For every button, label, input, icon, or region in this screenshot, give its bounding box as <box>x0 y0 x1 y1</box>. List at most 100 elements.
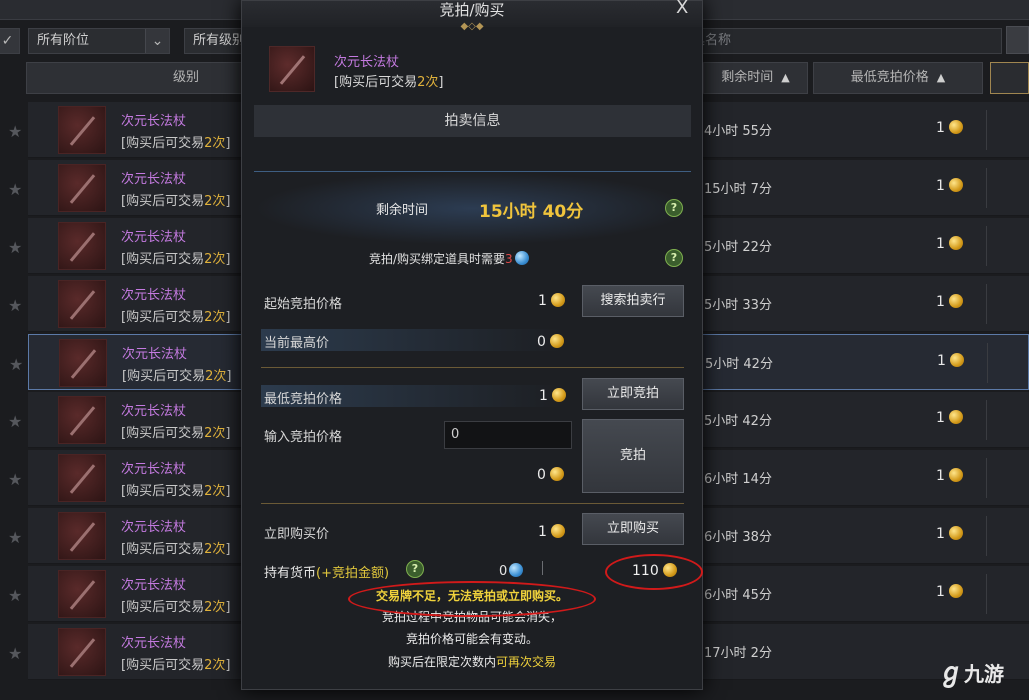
filter-toggle[interactable]: ✓ <box>0 28 20 54</box>
remaining-time-value: 15小时 40分 <box>479 202 584 222</box>
star-icon[interactable]: ★ <box>8 122 22 141</box>
trade-note-count: 2次 <box>204 252 226 267</box>
trade-note-count: 2次 <box>204 658 226 673</box>
level-select[interactable]: 所有级别 <box>184 28 246 54</box>
min-price: 1 <box>936 178 963 194</box>
item-trade-note: [购买后可交易2次] <box>121 132 230 151</box>
buyout-button[interactable]: 立即购买 <box>582 513 684 545</box>
trade-note-prefix: [购买后可交易 <box>122 369 206 384</box>
bind-note-text: 竞拍/购买绑定道具时需要 <box>369 252 506 266</box>
bid-button[interactable]: 竞拍 <box>582 419 684 493</box>
star-icon[interactable]: ★ <box>8 238 22 257</box>
gold-coin-icon <box>948 178 963 192</box>
trade-note-suffix: ] <box>225 600 231 615</box>
trade-note-count: 2次 <box>205 369 227 384</box>
bid-now-button[interactable]: 立即竞拍 <box>582 378 684 410</box>
star-icon[interactable]: ★ <box>8 586 22 605</box>
item-trade-note: [购买后可交易2次] <box>121 422 230 441</box>
min-price: 1 <box>937 353 964 369</box>
time-left: 6小时 38分 <box>704 530 772 545</box>
min-bid-value: 1 <box>539 388 566 404</box>
buyout-price-number: 1 <box>538 524 547 540</box>
item-name: 次元长法杖 <box>121 578 187 593</box>
min-price: 1 <box>936 120 963 136</box>
item-name: 次元长法杖 <box>121 404 187 419</box>
search-auction-button[interactable]: 搜索拍卖行 <box>582 285 684 317</box>
divider <box>986 574 987 614</box>
gold-coin-icon <box>948 584 963 598</box>
divider <box>986 400 987 440</box>
gold-coin-icon <box>549 334 564 348</box>
column-header-min-bid[interactable]: 最低竞拍价格 ▲ <box>813 62 983 94</box>
item-trade-note: [购买后可交易2次] <box>121 654 230 673</box>
trade-note-suffix: ] <box>225 136 231 151</box>
bid-price-input[interactable]: 0 <box>444 421 572 449</box>
gold-coin-icon <box>948 468 963 482</box>
trade-note-suffix: ] <box>226 369 232 384</box>
trade-note-prefix: [购买后可交易 <box>121 658 205 673</box>
item-trade-note: [购买后可交易2次] <box>121 538 230 557</box>
min-price: 1 <box>936 526 963 542</box>
start-price-number: 1 <box>538 293 547 309</box>
close-button[interactable]: X <box>676 0 688 18</box>
bid-buy-dialog: 竞拍/购买 ◆◇◆ X 次元长法杖 [购买后可交易2次] 拍卖信息 剩余时间 1… <box>241 0 703 690</box>
trade-note-suffix: ] <box>225 426 231 441</box>
time-left: 17小时 2分 <box>704 646 772 661</box>
column-header-time-label: 剩余时间 <box>721 70 774 85</box>
gold-coin-icon <box>550 293 565 307</box>
remaining-time-panel <box>254 171 691 245</box>
min-price: 1 <box>936 468 963 484</box>
staff-item-icon <box>269 46 315 92</box>
divider <box>987 343 988 383</box>
trade-note-suffix: ] <box>225 194 231 209</box>
star-icon[interactable]: ★ <box>9 355 23 374</box>
gold-coin-icon <box>949 353 964 367</box>
sort-up-icon: ▲ <box>936 71 946 84</box>
chevron-down-icon: ✓ <box>0 29 19 53</box>
help-icon[interactable]: ? <box>665 249 683 267</box>
buyout-price-label: 立即购买价 <box>264 527 330 542</box>
trade-note-prefix: [购买后可交易 <box>121 252 205 267</box>
item-trade-note: [购买后可交易2次] <box>121 596 230 615</box>
held-currency-extra: (+竞拍金额) <box>316 566 390 581</box>
chevron-down-icon: ⌄ <box>145 29 169 53</box>
help-icon[interactable]: ? <box>665 199 683 217</box>
current-price-label: 当前最高价 <box>264 336 330 351</box>
trade-token-icon <box>509 563 524 577</box>
gold-coin-icon <box>948 294 963 308</box>
star-icon[interactable]: ★ <box>8 528 22 547</box>
star-icon[interactable]: ★ <box>8 180 22 199</box>
item-name: 次元长法杖 <box>121 230 187 245</box>
trade-note-suffix: ] <box>225 484 231 499</box>
star-icon[interactable]: ★ <box>8 470 22 489</box>
search-button[interactable] <box>1006 26 1029 54</box>
bid-input-label: 输入竞拍价格 <box>264 430 343 445</box>
watermark-mark-icon: ℊ <box>938 658 965 688</box>
star-icon[interactable]: ★ <box>8 296 22 315</box>
gold-coin-icon <box>551 388 566 402</box>
current-price-number: 0 <box>537 334 546 350</box>
divider <box>542 561 543 575</box>
trade-note-count: 2次 <box>204 194 226 209</box>
star-icon[interactable]: ★ <box>8 412 22 431</box>
column-header-time[interactable]: 剩余时间 ▲ <box>703 62 808 94</box>
column-header-extra[interactable] <box>990 62 1029 94</box>
trade-note-suffix: ] <box>225 658 231 673</box>
staff-item-icon <box>59 339 107 387</box>
trade-token-icon <box>514 251 529 265</box>
trade-note-count: 2次 <box>204 542 226 557</box>
help-icon[interactable]: ? <box>406 560 424 578</box>
star-icon[interactable]: ★ <box>8 644 22 663</box>
item-trade-note: [购买后可交易2次] <box>121 248 230 267</box>
held-token-value: 0 <box>499 563 524 579</box>
staff-item-icon <box>58 106 106 154</box>
rank-select[interactable]: 所有阶位 ⌄ <box>28 28 170 54</box>
watermark-text: 九游 <box>964 662 1005 686</box>
min-bid-number: 1 <box>539 388 548 404</box>
trade-note-prefix: [购买后可交易 <box>121 484 205 499</box>
bid-total-value: 0 <box>537 467 564 483</box>
staff-item-icon <box>58 222 106 270</box>
gold-coin-icon <box>948 236 963 250</box>
item-name: 次元长法杖 <box>121 172 187 187</box>
min-price: 1 <box>936 410 963 426</box>
